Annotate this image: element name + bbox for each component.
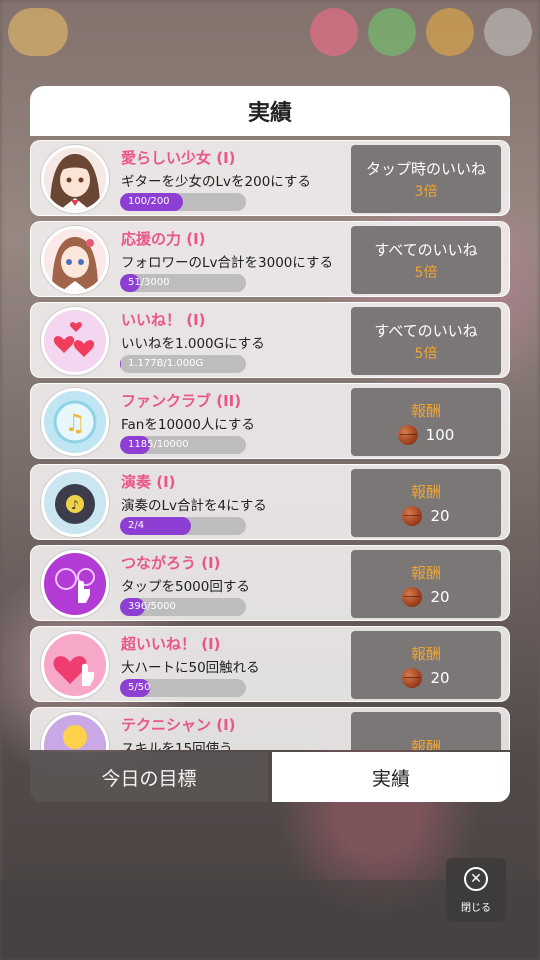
reward-multiplier: 5倍 [414,264,438,281]
tap-icon [41,550,109,618]
progress-text: 1185/10000 [128,439,189,450]
achievement-row: ♫ ファンクラブ (II) Fanを10000人にする 1185/10000 報… [30,383,510,459]
achievement-list[interactable]: 愛らしい少女 (I) ギターを少女のLvを200にする 100/200 タップ時… [30,140,510,750]
coin-icon [402,667,423,688]
achievement-row: いいね！ (I) いいねを1.000Gにする 1.177B/1.000G すべて… [30,302,510,378]
achievement-title: いいね！ (I) [121,311,206,329]
skill-icon [41,712,109,750]
progress-bar: 51/3000 [120,274,246,292]
progress-bar: 2/4 [120,517,246,535]
achievement-row: テクニシャン (I) スキルを15回使う 報酬 [30,707,510,750]
reward-amount: 100 [425,425,455,444]
tab-daily-goals[interactable]: 今日の目標 [30,752,268,802]
coin-icon [397,424,418,445]
close-button[interactable]: ✕ 閉じる [446,858,506,922]
achievement-description: 演奏のLv合計を4にする [121,498,267,514]
reward-button[interactable]: すべてのいいね 5倍 [351,226,501,294]
achievement-title: 応援の力 (I) [121,230,206,248]
achievement-description: ギターを少女のLvを200にする [121,174,311,190]
hud-blur-orange [426,8,474,56]
achievement-description: 大ハートに50回触れる [121,660,260,676]
big-heart-icon [41,631,109,699]
hud-blur-heart [310,8,358,56]
hud-blur-green [368,8,416,56]
reward-multiplier: 3倍 [414,183,438,200]
progress-text: 1.177B/1.000G [128,358,204,369]
reward-amount: 20 [430,587,450,606]
hearts-icon [41,307,109,375]
progress-bar: 100/200 [120,193,246,211]
svg-text:♫: ♫ [64,409,86,437]
reward-text: すべてのいいね [374,240,478,259]
achievement-row: 超いいね！ (I) 大ハートに50回触れる 5/50 報酬 20 [30,626,510,702]
reward-text: すべてのいいね [374,321,478,340]
progress-text: 100/200 [128,196,170,207]
progress-text: 396/5000 [128,601,176,612]
reward-button[interactable]: 報酬 [351,712,501,750]
progress-text: 51/3000 [128,277,170,288]
achievement-row: ♪ 演奏 (I) 演奏のLv合計を4にする 2/4 報酬 20 [30,464,510,540]
progress-bar: 5/50 [120,679,246,697]
close-circle-icon: ✕ [464,866,488,891]
progress-text: 5/50 [128,682,151,693]
achievement-row: つながろう (I) タップを5000回する 396/5000 報酬 20 [30,545,510,621]
reward-text: タップ時のいいね [365,159,486,178]
girl-avatar-icon [41,145,109,213]
svg-text:♪: ♪ [71,498,79,512]
tab-achievements[interactable]: 実績 [272,752,510,802]
hud-blur-gray [484,8,532,56]
reward-button[interactable]: 報酬 100 [351,388,501,456]
reward-button[interactable]: すべてのいいね 5倍 [351,307,501,375]
reward-label: 報酬 [410,563,441,582]
achievement-description: タップを5000回する [121,579,250,595]
reward-label: 報酬 [410,482,441,501]
reward-button[interactable]: 報酬 20 [351,550,501,618]
hud-blur-left [8,8,68,56]
progress-bar: 396/5000 [120,598,246,616]
girl-avatar-icon [41,226,109,294]
progress-bar: 1.177B/1.000G [120,355,246,373]
achievement-title: 演奏 (I) [121,473,176,491]
progress-text: 2/4 [128,520,145,531]
achievement-description: いいねを1.000Gにする [121,336,265,352]
reward-multiplier: 5倍 [414,345,438,362]
reward-label: 報酬 [410,401,441,420]
progress-fill [120,355,122,373]
reward-button[interactable]: 報酬 20 [351,631,501,699]
panel-title: 実績 [30,86,510,136]
achievement-description: スキルを15回使う [121,741,233,750]
achievement-title: ファンクラブ (II) [121,392,242,410]
reward-amount: 20 [430,668,450,687]
progress-bar: 1185/10000 [120,436,246,454]
performance-icon: ♪ [41,469,109,537]
reward-button[interactable]: タップ時のいいね 3倍 [351,145,501,213]
reward-label: 報酬 [410,644,441,663]
achievement-title: 超いいね！ (I) [121,635,221,653]
close-label: 閉じる [461,902,491,914]
coin-icon [402,505,423,526]
coin-icon [402,586,423,607]
achievement-title: テクニシャン (I) [121,716,236,734]
reward-label: 報酬 [410,737,441,751]
reward-button[interactable]: 報酬 20 [351,469,501,537]
reward-amount: 20 [430,506,450,525]
achievement-title: 愛らしい少女 (I) [121,149,236,167]
fanclub-icon: ♫ [41,388,109,456]
achievement-row: 愛らしい少女 (I) ギターを少女のLvを200にする 100/200 タップ時… [30,140,510,216]
achievement-description: Fanを10000人にする [121,417,255,433]
achievement-description: フォロワーのLv合計を3000にする [121,255,334,271]
achievement-title: つながろう (I) [121,554,221,572]
achievement-row: 応援の力 (I) フォロワーのLv合計を3000にする 51/3000 すべての… [30,221,510,297]
